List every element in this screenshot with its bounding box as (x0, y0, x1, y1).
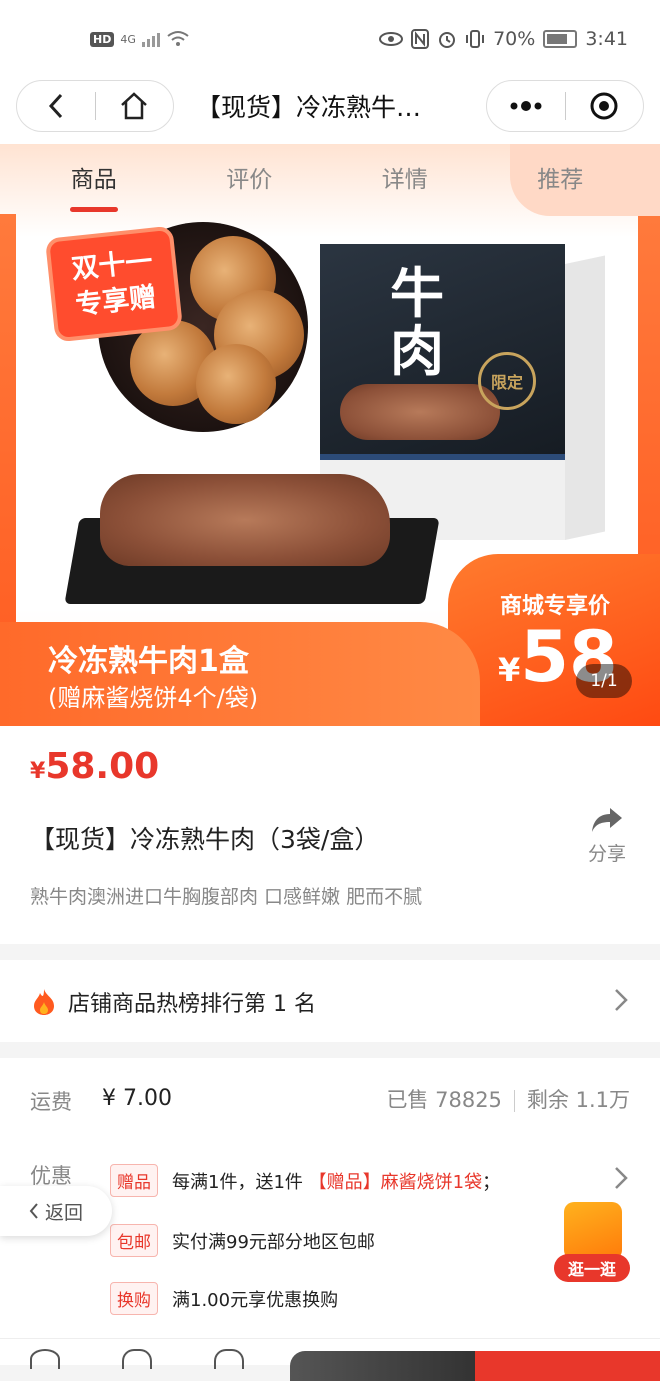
home-button[interactable] (96, 81, 174, 131)
cart-icon[interactable] (214, 1349, 244, 1369)
hot-ranking-row[interactable]: 店铺商品热榜排行第 1 名 (0, 960, 660, 1042)
product-info: ¥58.00 【现货】冷冻熟牛肉（3袋/盒） 分享 熟牛肉澳洲进口牛胸腹部肉 口… (0, 726, 660, 944)
tab-goods[interactable]: 商品 (16, 144, 172, 216)
chevron-right-icon[interactable] (614, 1166, 628, 1190)
floating-back-button[interactable]: 返回 (0, 1186, 112, 1236)
beef-on-box (340, 384, 500, 440)
buy-buttons[interactable] (290, 1351, 660, 1381)
box-side (565, 255, 605, 540)
fire-icon (34, 989, 54, 1015)
clock: 3:41 (585, 28, 628, 50)
target-close-icon (590, 92, 618, 120)
eye-icon (379, 32, 404, 46)
tab-details[interactable]: 详情 (327, 144, 483, 216)
close-miniprogram-button[interactable] (566, 81, 644, 131)
promo-item[interactable]: 包邮 实付满99元部分地区包邮 (110, 1224, 375, 1257)
shaobing-image (196, 344, 276, 424)
price-value: 58.00 (45, 746, 160, 787)
remaining-stock: 剩余 1.1万 (526, 1088, 630, 1112)
top-bar: 【现货】冷冻熟牛… (0, 80, 660, 144)
gift-badge-line2: 专享赠 (73, 281, 158, 322)
sold-count: 已售 78825 (386, 1088, 502, 1112)
shipping-value: ¥ 7.00 (102, 1086, 172, 1111)
shipping-label: 运费 (30, 1090, 72, 1114)
hd-badge: HD (90, 31, 115, 47)
promo-tag: 换购 (110, 1282, 158, 1315)
network-type: 4G (120, 32, 136, 46)
product-hero-image[interactable]: 双十一 专享赠 牛肉 限定 商城专享价 ¥58 冷冻熟牛肉1盒 (赠麻酱烧饼4个… (0, 144, 660, 726)
more-button[interactable] (487, 81, 565, 131)
browse-label: 逛一逛 (554, 1254, 630, 1282)
tab-reviews[interactable]: 评价 (172, 144, 328, 216)
status-right: 70% 3:41 (379, 28, 628, 50)
chevron-right-icon (615, 989, 628, 1011)
tab-recommend[interactable]: 推荐 (483, 144, 639, 216)
signal-icon (141, 31, 160, 47)
box-title-text: 牛肉 (390, 261, 444, 383)
share-button[interactable]: 分享 (584, 806, 630, 866)
chevron-left-icon (29, 1203, 38, 1219)
promo-tag: 赠品 (110, 1164, 158, 1197)
promo-title: 冷冻熟牛肉1盒 (48, 644, 249, 679)
status-left: HD 4G (90, 30, 190, 48)
back-label: 返回 (44, 1201, 83, 1224)
price-tag-currency: ¥ (498, 651, 521, 689)
status-bar: HD 4G 70% 3:41 (0, 0, 660, 80)
ranking-text: 店铺商品热榜排行第 1 名 (68, 992, 316, 1017)
nav-pill (16, 80, 174, 132)
nfc-icon (411, 29, 430, 49)
alarm-icon (439, 32, 456, 48)
price-currency: ¥ (30, 759, 46, 784)
capsule-menu (486, 80, 644, 132)
product-description: 熟牛肉澳洲进口牛胸腹部肉 口感鲜嫩 肥而不腻 (30, 886, 423, 908)
product-price: ¥58.00 (30, 746, 159, 787)
battery-icon (543, 30, 578, 48)
promo-item[interactable]: 换购 满1.00元享优惠换购 (110, 1282, 338, 1315)
promo-item[interactable]: 赠品 每满1件，送1件 【赠品】麻酱烧饼1袋； (110, 1164, 500, 1197)
gift-badge: 双十一 专享赠 (49, 229, 179, 339)
chevron-left-icon (48, 93, 62, 119)
customer-service-icon[interactable] (30, 1349, 60, 1369)
promo-subtitle: (赠麻酱烧饼4个/袋) (48, 684, 259, 712)
box-stamp: 限定 (478, 352, 536, 410)
shopping-bag-icon (564, 1202, 622, 1260)
share-label: 分享 (587, 843, 626, 865)
home-icon (121, 92, 148, 120)
bottom-action-bar (0, 1338, 660, 1381)
back-button[interactable] (17, 81, 95, 131)
shop-icon[interactable] (122, 1349, 152, 1369)
more-dots-icon (510, 101, 542, 111)
page-title: 【现货】冷冻熟牛… (196, 93, 422, 122)
beef-slices-image (100, 474, 390, 566)
battery-percent: 70% (493, 28, 536, 50)
share-icon (592, 808, 622, 832)
vibrate-icon (466, 30, 485, 48)
promo-text: 实付满99元部分地区包邮 (172, 1231, 375, 1253)
wifi-icon (167, 31, 189, 46)
promo-text: 满1.00元享优惠换购 (172, 1289, 339, 1311)
browse-shop-button[interactable]: 逛一逛 (554, 1196, 630, 1284)
sales-info: 已售 78825 剩余 1.1万 (386, 1084, 630, 1114)
promo-tag: 包邮 (110, 1224, 158, 1257)
product-title: 【现货】冷冻熟牛肉（3袋/盒） (30, 825, 380, 854)
promo-text: 每满1件，送1件 【赠品】麻酱烧饼1袋； (172, 1171, 501, 1193)
image-page-indicator: 1/1 (576, 664, 632, 698)
section-tabs: 商品 评价 详情 推荐 (16, 144, 638, 216)
